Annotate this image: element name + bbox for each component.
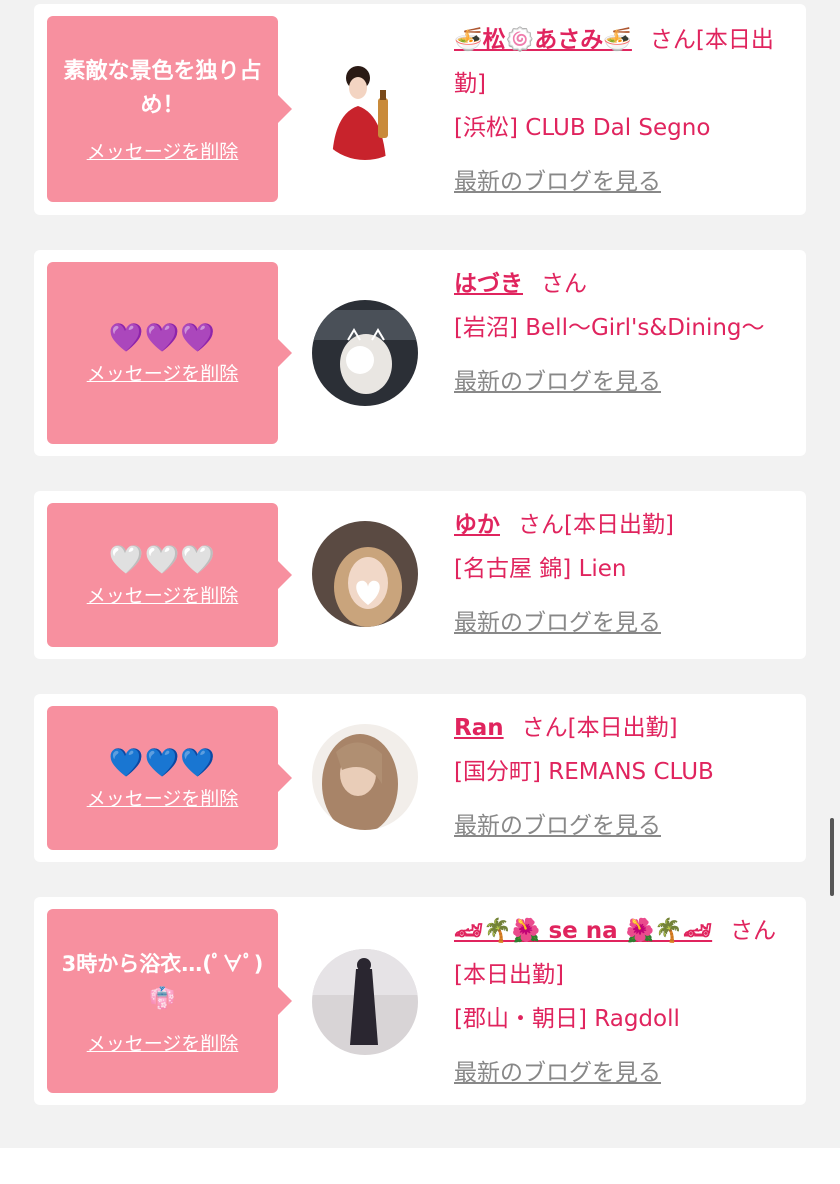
girl-info: はづき さん [岩沼] Bell〜Girl's&Dining〜 最新のブログを見る [454, 262, 790, 404]
message-bubble: 💜💜💜 メッセージを削除 [47, 262, 292, 444]
message-bubble: 素敵な景色を独り占め！ メッセージを削除 [47, 16, 292, 202]
girl-name-link[interactable]: 🍜松🍥あさみ🍜 [454, 27, 632, 53]
favorite-card: 3時から浴衣…(ﾟ∀ﾟ)👘 メッセージを削除 🏎🌴🌺 se na 🌺🌴🏎 さん[本… [34, 897, 806, 1105]
girl-info: ゆか さん[本日出勤] [名古屋 錦] Lien 最新のブログを見る [454, 503, 790, 645]
favorite-card: 素敵な景色を独り占め！ メッセージを削除 🍜松🍥あさみ🍜 さん[本日出勤] [浜松… [34, 4, 806, 215]
san-suffix: さん[本日出勤] [521, 715, 678, 741]
san-suffix: さん [541, 271, 587, 297]
latest-blog-link[interactable]: 最新のブログを見る [454, 1051, 661, 1095]
delete-message-link[interactable]: メッセージを削除 [87, 784, 239, 811]
message-bubble: 🤍🤍🤍 メッセージを削除 [47, 503, 292, 647]
girl-name-link[interactable]: 🏎🌴🌺 se na 🌺🌴🏎 [454, 918, 712, 944]
san-suffix: さん[本日出勤] [518, 512, 674, 538]
favorite-card: 💙💙💙 メッセージを削除 Ran さん[本日出勤] [国分町] REMANS CL… [34, 694, 806, 862]
avatar[interactable] [312, 521, 418, 627]
page-footer [0, 1148, 840, 1184]
latest-blog-link[interactable]: 最新のブログを見る [454, 601, 661, 645]
message-text: 💜💜💜 [108, 320, 217, 354]
girl-name-link[interactable]: Ran [454, 715, 504, 741]
avatar[interactable] [312, 300, 418, 406]
shop-name: [岩沼] Bell〜Girl's&Dining〜 [454, 315, 765, 341]
scrollbar[interactable] [830, 818, 834, 896]
message-bubble: 💙💙💙 メッセージを削除 [47, 706, 292, 850]
girl-info: 🍜松🍥あさみ🍜 さん[本日出勤] [浜松] CLUB Dal Segno 最新のブ… [454, 18, 790, 204]
avatar[interactable] [312, 724, 418, 830]
delete-message-link[interactable]: メッセージを削除 [87, 137, 239, 164]
latest-blog-link[interactable]: 最新のブログを見る [454, 804, 661, 848]
latest-blog-link[interactable]: 最新のブログを見る [454, 360, 661, 404]
avatar[interactable] [312, 949, 418, 1055]
shop-name: [郡山・朝日] Ragdoll [454, 1006, 680, 1032]
favorite-card: 🤍🤍🤍 メッセージを削除 ゆか さん[本日出勤] [名古屋 錦] Lien 最新の… [34, 491, 806, 659]
delete-message-link[interactable]: メッセージを削除 [87, 359, 239, 386]
shop-name: [名古屋 錦] Lien [454, 556, 627, 582]
message-bubble: 3時から浴衣…(ﾟ∀ﾟ)👘 メッセージを削除 [47, 909, 292, 1093]
message-text: 3時から浴衣…(ﾟ∀ﾟ)👘 [61, 951, 264, 1010]
girl-name-link[interactable]: はづき [454, 271, 523, 297]
message-text: 素敵な景色を独り占め！ [63, 58, 262, 118]
latest-blog-link[interactable]: 最新のブログを見る [454, 160, 661, 204]
girl-info: Ran さん[本日出勤] [国分町] REMANS CLUB 最新のブログを見る [454, 706, 790, 848]
shop-name: [国分町] REMANS CLUB [454, 759, 714, 785]
favorite-card: 💜💜💜 メッセージを削除 はづき さん [岩沼] Bell〜Girl's&Dini… [34, 250, 806, 456]
girl-name-link[interactable]: ゆか [454, 512, 500, 538]
message-text: 🤍🤍🤍 [108, 542, 217, 576]
delete-message-link[interactable]: メッセージを削除 [87, 1029, 239, 1056]
shop-name: [浜松] CLUB Dal Segno [454, 115, 711, 141]
avatar[interactable] [312, 54, 418, 160]
delete-message-link[interactable]: メッセージを削除 [87, 581, 239, 608]
girl-info: 🏎🌴🌺 se na 🌺🌴🏎 さん[本日出勤] [郡山・朝日] Ragdoll 最新… [454, 909, 790, 1095]
message-text: 💙💙💙 [108, 745, 217, 779]
